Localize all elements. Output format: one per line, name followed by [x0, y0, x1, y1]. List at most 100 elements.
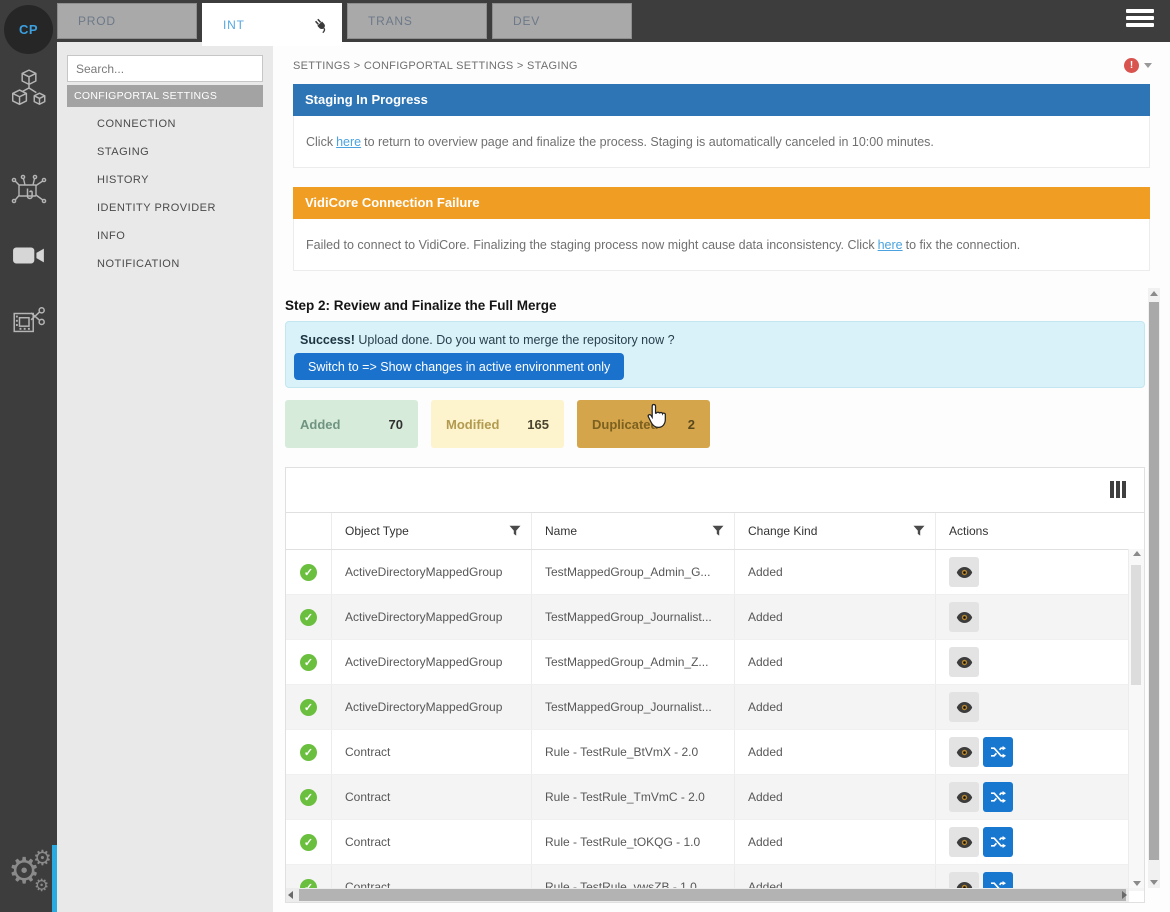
staging-body-prefix: Click [306, 135, 333, 149]
scroll-up-icon[interactable] [1129, 551, 1144, 556]
switch-view-button[interactable]: Switch to => Show changes in active envi… [294, 353, 624, 380]
tab-prod[interactable]: PROD [57, 3, 197, 39]
view-button[interactable] [949, 782, 979, 812]
main-vscroll-thumb[interactable] [1149, 302, 1159, 860]
staging-banner: Staging In Progress Click here to return… [293, 84, 1150, 168]
sidebar-item-connection[interactable]: CONNECTION [67, 110, 263, 138]
column-title: Actions [949, 524, 988, 538]
check-circle-icon: ✓ [300, 609, 317, 626]
error-badge[interactable]: ! [1124, 58, 1152, 73]
check-circle-icon: ✓ [300, 789, 317, 806]
scroll-left-icon[interactable] [288, 888, 293, 902]
object-type-cell: Contract [332, 775, 532, 819]
scroll-down-icon[interactable] [1148, 880, 1160, 885]
scroll-down-icon[interactable] [1129, 881, 1144, 886]
eye-icon [956, 566, 973, 579]
table-row[interactable]: ✓ContractRule - TestRule_tOKQG - 1.0Adde… [286, 820, 1144, 865]
stat-card-modified[interactable]: Modified165 [431, 400, 564, 448]
sidebar-section-header[interactable]: CONFIGPORTAL SETTINGS [67, 85, 263, 107]
name-cell: Rule - TestRule_TmVmC - 2.0 [532, 775, 735, 819]
object-type-cell: Contract [332, 820, 532, 864]
success-alert: Success! Upload done. Do you want to mer… [285, 321, 1145, 388]
table-vscroll-thumb[interactable] [1131, 565, 1141, 685]
stat-value: 70 [389, 417, 403, 432]
column-title: Change Kind [748, 524, 817, 538]
table-toolbar [286, 468, 1144, 513]
object-type-cell: ActiveDirectoryMappedGroup [332, 595, 532, 639]
view-button[interactable] [949, 827, 979, 857]
avatar[interactable]: CP [4, 5, 53, 54]
breadcrumb[interactable]: SETTINGS > CONFIGPORTAL SETTINGS > STAGI… [293, 60, 578, 72]
stat-value: 165 [527, 417, 549, 432]
changes-table: Object TypeNameChange KindActions ✓Activ… [285, 467, 1145, 903]
stat-card-added[interactable]: Added 70 [285, 400, 418, 448]
eye-icon [956, 656, 973, 669]
view-button[interactable] [949, 602, 979, 632]
table-row[interactable]: ✓ContractRule - TestRule_TmVmC - 2.0Adde… [286, 775, 1144, 820]
actions-cell [936, 640, 1129, 684]
table-horizontal-scrollbar[interactable] [286, 888, 1129, 902]
network-touch-icon[interactable] [0, 173, 57, 211]
stat-card-duplicated[interactable]: Duplicated2 [577, 400, 710, 448]
sidebar-item-info[interactable]: INFO [67, 222, 263, 250]
header-name[interactable]: Name [532, 513, 735, 549]
table-row[interactable]: ✓ContractRule - TestRule_BtVmX - 2.0Adde… [286, 730, 1144, 775]
merge-button[interactable] [983, 737, 1013, 767]
header-object-type[interactable]: Object Type [332, 513, 532, 549]
filter-icon[interactable] [913, 525, 925, 537]
table-header-row: Object TypeName Change Kind Actions [286, 513, 1144, 550]
stat-label: Added [300, 417, 340, 432]
column-chooser-icon[interactable] [1110, 481, 1126, 498]
check-circle-icon: ✓ [300, 564, 317, 581]
header-change-kind[interactable]: Change Kind [735, 513, 936, 549]
sidebar-item-notification[interactable]: NOTIFICATION [67, 250, 263, 278]
table-vertical-scrollbar[interactable] [1128, 549, 1144, 888]
merge-button[interactable] [983, 782, 1013, 812]
cubes-icon[interactable] [0, 68, 57, 110]
view-button[interactable] [949, 647, 979, 677]
filter-icon[interactable] [509, 525, 521, 537]
table-row[interactable]: ✓ActiveDirectoryMappedGroupTestMappedGro… [286, 685, 1144, 730]
view-button[interactable] [949, 692, 979, 722]
stats-row: Added 70 Modified165 Duplicated2 [285, 400, 710, 448]
video-camera-icon[interactable] [0, 242, 57, 270]
table-row[interactable]: ✓ActiveDirectoryMappedGroupTestMappedGro… [286, 640, 1144, 685]
tab-dev[interactable]: DEV [492, 3, 632, 39]
table-hscroll-thumb[interactable] [299, 889, 1126, 901]
row-status-cell: ✓ [286, 685, 332, 729]
actions-cell [936, 820, 1129, 864]
tab-int[interactable]: INT [202, 3, 342, 46]
main-vertical-scrollbar[interactable] [1148, 288, 1160, 888]
staging-here-link[interactable]: here [336, 135, 361, 149]
sidebar-item-identity-provider[interactable]: IDENTITY PROVIDER [67, 194, 263, 222]
vidicore-here-link[interactable]: here [878, 238, 903, 252]
success-text: Success! Upload done. Do you want to mer… [300, 333, 675, 347]
eye-icon [956, 746, 973, 759]
header-actions[interactable]: Actions [936, 513, 1129, 549]
scroll-right-icon[interactable] [1122, 888, 1127, 902]
scroll-up-icon[interactable] [1148, 291, 1160, 296]
check-circle-icon: ✓ [300, 654, 317, 671]
search-input[interactable] [67, 55, 263, 82]
sidebar-item-history[interactable]: HISTORY [67, 166, 263, 194]
tab-label: TRANS [368, 14, 413, 28]
film-cut-icon[interactable] [0, 304, 57, 342]
tab-label: INT [223, 18, 245, 32]
change-kind-cell: Added [735, 685, 936, 729]
filter-icon[interactable] [712, 525, 724, 537]
tab-label: PROD [78, 14, 116, 28]
sidebar-item-staging[interactable]: STAGING [67, 138, 263, 166]
tab-trans[interactable]: TRANS [347, 3, 487, 39]
hamburger-menu-icon[interactable] [1126, 9, 1154, 30]
vidicore-banner-body: Failed to connect to VidiCore. Finalizin… [293, 219, 1150, 271]
stat-label: Duplicated [592, 417, 658, 432]
table-row[interactable]: ✓ActiveDirectoryMappedGroupTestMappedGro… [286, 595, 1144, 640]
merge-button[interactable] [983, 827, 1013, 857]
view-button[interactable] [949, 557, 979, 587]
row-status-cell: ✓ [286, 820, 332, 864]
shuffle-icon [990, 790, 1006, 804]
table-row[interactable]: ✓ActiveDirectoryMappedGroupTestMappedGro… [286, 550, 1144, 595]
row-status-cell: ✓ [286, 730, 332, 774]
view-button[interactable] [949, 737, 979, 767]
active-indicator-bar [52, 845, 57, 912]
